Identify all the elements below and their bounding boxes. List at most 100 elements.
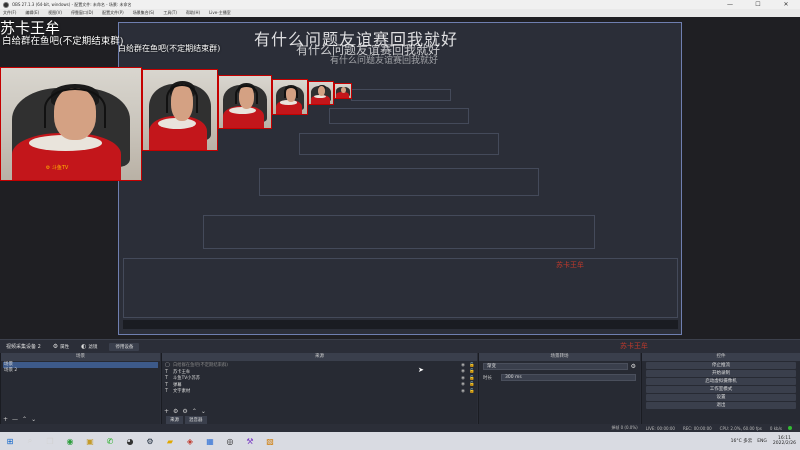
duration-input[interactable]: 300 ms xyxy=(501,374,636,381)
source-properties-button[interactable]: ⚙ xyxy=(173,408,178,415)
system-clock[interactable]: 16:11 2022/2/26 xyxy=(773,436,796,447)
store-icon[interactable]: ▦ xyxy=(205,436,215,446)
menu-bar: 文件(F) 编辑(E) 视图(V) 停靠窗口(D) 配置文件(P) 场景集合(S… xyxy=(0,9,800,17)
webcam-feed-nested-4 xyxy=(308,81,334,105)
properties-button[interactable]: ⚙ 属性 xyxy=(53,343,69,350)
wechat-icon[interactable]: ✆ xyxy=(105,436,115,446)
task-view-icon[interactable]: ❐ xyxy=(45,436,55,446)
menu-docks[interactable]: 停靠窗口(D) xyxy=(71,10,93,16)
visibility-eye-icon[interactable]: ◉ xyxy=(461,363,469,368)
active-source-label: 视频采集设备 2 xyxy=(6,344,41,350)
duration-row: 时长 300 ms xyxy=(479,372,640,383)
source-item[interactable]: T 文字素材 ◉ 🔓 xyxy=(162,388,477,395)
folder-icon[interactable]: ▰ xyxy=(165,436,175,446)
obs-logo-icon xyxy=(3,1,9,8)
docks-area: 场景 场景 场景 2 + — ⌃ ⌄ 来源 ▢ 白给群在鱼吧(不定期结束群) ◉… xyxy=(0,353,800,424)
bitrate-status: 0 kb/s xyxy=(769,425,782,431)
preview-area[interactable]: 有什么问题友谊赛回我就好 有什么问题友谊赛回我就好 有什么问题友谊赛回我就好 ⚙… xyxy=(0,17,800,339)
text-source-icon: T xyxy=(165,381,169,388)
menu-tools[interactable]: 工具(T) xyxy=(163,10,177,16)
app-icon[interactable]: ◈ xyxy=(185,436,195,446)
obs-icon[interactable]: ◎ xyxy=(225,436,235,446)
qq-icon[interactable]: ◕ xyxy=(125,436,135,446)
move-source-down-button[interactable]: ⌄ xyxy=(201,408,206,415)
windows-start-icon[interactable]: ⊞ xyxy=(5,436,15,446)
status-bar: 掉帧 0 (0.0%) LIVE: 00:00:00 REC: 00:00:00… xyxy=(0,424,800,432)
filters-button[interactable]: ◐ 滤镜 xyxy=(81,343,97,350)
exit-button[interactable]: 退出 xyxy=(646,402,796,409)
overlay-subtitle-repeat: 白给群在鱼吧(不定期结束群) xyxy=(118,44,221,53)
start-virtual-camera-button[interactable]: 启动虚拟摄像机 xyxy=(646,378,796,385)
menu-profile[interactable]: 配置文件(P) xyxy=(102,10,124,16)
lock-icon[interactable]: 🔓 xyxy=(469,369,477,374)
menu-help[interactable]: 帮助(H) xyxy=(186,10,200,16)
nested-obs-docks-2 xyxy=(203,215,595,249)
visibility-eye-icon[interactable]: ◉ xyxy=(461,376,469,381)
nested-taskbar xyxy=(123,320,678,329)
source-item[interactable]: T 苏卡王牟 ◉ 🔓 xyxy=(162,369,477,376)
scene-item[interactable]: 场景 2 xyxy=(3,368,158,374)
menu-file[interactable]: 文件(F) xyxy=(3,10,16,16)
windows-taskbar: ⊞ ⌕ ❐ ◉ ▣ ✆ ◕ ⚙ ▰ ◈ ▦ ◎ ⚒ ▧ 16°C 多云 ENG … xyxy=(0,432,800,450)
webcam-feed: ⚙ 斗鱼TV xyxy=(0,67,142,181)
chrome-icon[interactable]: ◉ xyxy=(65,436,75,446)
scenes-dock-header: 场景 xyxy=(1,353,160,361)
lock-icon[interactable]: 🔓 xyxy=(469,382,477,387)
move-scene-down-button[interactable]: ⌄ xyxy=(31,416,36,423)
overlay-stamp-nested: 苏卡王牟 xyxy=(556,261,584,269)
window-title: OBS 27.1.3 (64-bit, windows) - 配置文件: 未命名… xyxy=(12,1,132,7)
add-source-button[interactable]: + xyxy=(164,408,169,415)
steam-icon[interactable]: ⚙ xyxy=(145,436,155,446)
settings-icon[interactable]: ⚒ xyxy=(245,436,255,446)
studio-mode-button[interactable]: 工作室模式 xyxy=(646,386,796,393)
game2-icon[interactable]: ▧ xyxy=(265,436,275,446)
lock-icon[interactable]: 🔓 xyxy=(469,376,477,381)
lock-icon[interactable]: 🔓 xyxy=(469,389,477,394)
menu-view[interactable]: 视图(V) xyxy=(48,10,62,16)
visibility-eye-icon[interactable]: ◉ xyxy=(461,389,469,394)
nested-obs-docks xyxy=(123,258,678,318)
tab-sources[interactable]: 来源 xyxy=(166,416,183,424)
transition-select[interactable]: 渐变 xyxy=(483,363,628,370)
start-recording-button[interactable]: 开始录制 xyxy=(646,370,796,377)
menu-live-room[interactable]: Live-主播室 xyxy=(209,10,231,16)
source-item[interactable]: ▢ 白给群在鱼吧(不定期结束群) ◉ 🔓 xyxy=(162,362,477,369)
close-button[interactable]: ✕ xyxy=(772,0,800,9)
text-source-icon: T xyxy=(165,388,169,395)
source-item[interactable]: T 斗鱼TV小苏苏 ◉ 🔓 xyxy=(162,375,477,382)
lock-icon[interactable]: 🔓 xyxy=(469,363,477,368)
remove-scene-button[interactable]: — xyxy=(12,416,18,423)
deactivate-button[interactable]: 停用设备 xyxy=(109,342,140,351)
menu-edit[interactable]: 编辑(E) xyxy=(25,10,39,16)
nested-obs-docks-4 xyxy=(299,133,499,155)
source-item[interactable]: T 弹幕 ◉ 🔓 xyxy=(162,382,477,389)
webcam-watermark: ⚙ 斗鱼TV xyxy=(45,165,69,172)
maximize-button[interactable]: ☐ xyxy=(744,0,772,9)
system-tray: 16°C 多云 ENG 16:11 2022/2/26 xyxy=(726,432,796,450)
transition-settings-icon[interactable]: ⚙ xyxy=(631,363,636,370)
source-type-icon: ▢ xyxy=(165,362,170,369)
game-icon[interactable]: ▣ xyxy=(85,436,95,446)
rec-status: REC: 00:00:00 xyxy=(682,425,712,431)
webcam-feed-nested-5 xyxy=(334,83,352,99)
menu-scene-collection[interactable]: 场景集合(S) xyxy=(133,10,155,16)
scenes-list: 场景 场景 2 xyxy=(1,361,160,375)
move-source-up-button[interactable]: ⌃ xyxy=(192,408,197,415)
settings-button[interactable]: 设置 xyxy=(646,394,796,401)
source-filters-button[interactable]: ⚙ xyxy=(182,408,187,415)
minimize-button[interactable]: — xyxy=(716,0,744,9)
move-scene-up-button[interactable]: ⌃ xyxy=(22,416,27,423)
text-source-icon: T xyxy=(165,368,169,375)
input-language[interactable]: ENG xyxy=(757,439,767,444)
window-titlebar[interactable]: OBS 27.1.3 (64-bit, windows) - 配置文件: 未命名… xyxy=(0,0,800,9)
scenes-dock: 场景 场景 场景 2 + — ⌃ ⌄ xyxy=(0,353,160,424)
stop-streaming-button[interactable]: 停止推流 xyxy=(646,362,796,369)
tab-mixer[interactable]: 混音器 xyxy=(185,416,207,424)
window-controls: — ☐ ✕ xyxy=(716,0,800,9)
visibility-eye-icon[interactable]: ◉ xyxy=(461,382,469,387)
weather-widget[interactable]: 16°C 多云 xyxy=(731,438,753,444)
visibility-eye-icon[interactable]: ◉ xyxy=(461,369,469,374)
search-icon[interactable]: ⌕ xyxy=(25,436,35,446)
add-scene-button[interactable]: + xyxy=(3,416,8,423)
controls-dock: 控件 停止推流 开始录制 启动虚拟摄像机 工作室模式 设置 退出 xyxy=(641,353,800,424)
